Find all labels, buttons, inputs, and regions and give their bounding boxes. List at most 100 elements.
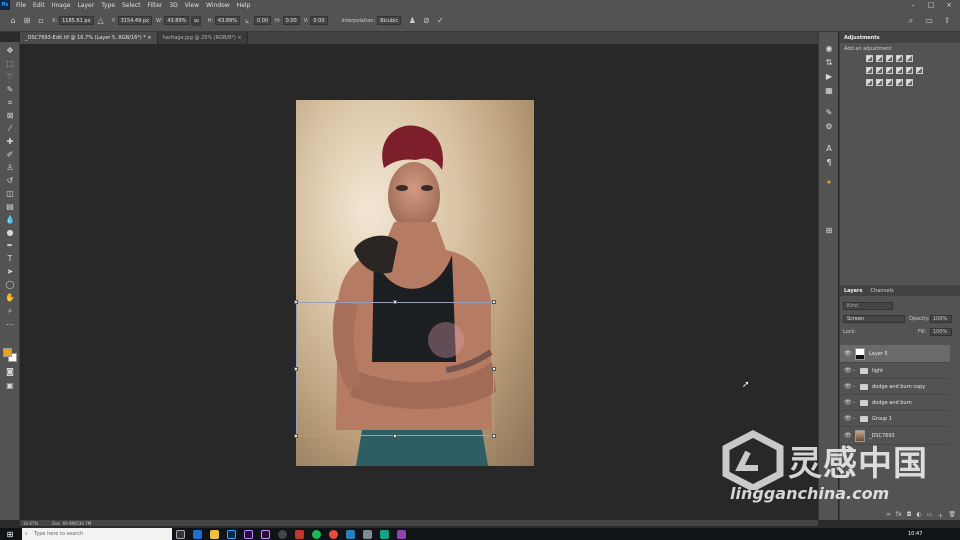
layer-filter-kind[interactable]: Kind <box>843 302 893 310</box>
quick-mask-icon[interactable]: ◙ <box>4 366 16 377</box>
menu-select[interactable]: Select <box>122 2 141 9</box>
opacity-field[interactable]: 100% <box>930 315 952 323</box>
layer-row-dodge-burn[interactable]: 👁 › dodge and burn <box>840 395 950 411</box>
close-tab-icon[interactable]: × <box>237 35 241 41</box>
chevron-right-icon[interactable]: › <box>853 368 858 374</box>
posterize-adjustment-icon[interactable] <box>876 79 883 86</box>
eraser-tool-icon[interactable]: ◫ <box>4 188 16 199</box>
close-icon[interactable]: × <box>942 0 956 10</box>
file-explorer-icon[interactable] <box>210 529 219 539</box>
app-gray-icon[interactable] <box>363 529 372 539</box>
task-view-icon[interactable] <box>176 529 185 539</box>
cancel-transform-icon[interactable]: ⊘ <box>421 16 431 26</box>
more-tools-icon[interactable]: ⋯ <box>4 319 16 330</box>
minimize-icon[interactable]: – <box>906 0 920 10</box>
eyedropper-tool-icon[interactable]: ⁄ <box>4 123 16 134</box>
layer-row-layer-5[interactable]: 👁 Layer 5 <box>840 345 950 363</box>
hand-tool-icon[interactable]: ✋ <box>4 292 16 303</box>
visibility-eye-icon[interactable]: 👁 <box>844 399 852 406</box>
workspace-icon[interactable]: ▭ <box>924 16 934 26</box>
selective-color-adjustment-icon[interactable] <box>906 79 913 86</box>
transform-tool-icon[interactable]: ⊞ <box>22 16 32 26</box>
app-purple-icon[interactable] <box>397 529 406 539</box>
swatches-panel-icon[interactable]: ▦ <box>824 86 834 96</box>
gradient-map-adjustment-icon[interactable] <box>896 79 903 86</box>
screen-mode-icon[interactable]: ▣ <box>4 380 16 391</box>
brush-tool-icon[interactable]: ✐ <box>4 149 16 160</box>
threshold-adjustment-icon[interactable] <box>886 79 893 86</box>
windows-start-icon[interactable]: ⊞ <box>0 530 20 539</box>
close-tab-icon[interactable]: × <box>147 35 151 41</box>
dodge-tool-icon[interactable]: ● <box>4 227 16 238</box>
spotify-icon[interactable] <box>312 529 321 539</box>
visibility-eye-icon[interactable]: 👁 <box>844 350 852 357</box>
new-layer-icon[interactable]: ＋ <box>937 511 943 520</box>
app-red-icon[interactable] <box>295 529 304 539</box>
menu-window[interactable]: Window <box>206 2 230 9</box>
clone-stamp-tool-icon[interactable]: ♙ <box>4 162 16 173</box>
frame-tool-icon[interactable]: ⊠ <box>4 110 16 121</box>
width-field[interactable]: 43.89% <box>164 16 190 25</box>
transform-handle[interactable] <box>294 434 298 438</box>
maximize-icon[interactable]: □ <box>924 0 938 10</box>
new-adjustment-icon[interactable]: ◐ <box>916 511 921 520</box>
layer-style-icon[interactable]: fx <box>896 511 902 520</box>
taskbar-search[interactable]: ⌕ Type here to search <box>22 528 172 540</box>
menu-file[interactable]: File <box>16 2 26 9</box>
transform-handle[interactable] <box>492 300 496 304</box>
hue-saturation-adjustment-icon[interactable] <box>866 67 873 74</box>
add-mask-icon[interactable]: ◘ <box>907 511 912 520</box>
transform-bounding-box[interactable] <box>296 302 494 436</box>
curves-adjustment-icon[interactable] <box>886 55 893 62</box>
menu-edit[interactable]: Edit <box>33 2 45 9</box>
gradient-tool-icon[interactable]: ▤ <box>4 201 16 212</box>
exposure-adjustment-icon[interactable] <box>896 55 903 62</box>
reference-point-icon[interactable]: ▫ <box>36 16 46 26</box>
fill-field[interactable]: 100% <box>930 328 952 336</box>
menu-3d[interactable]: 3D <box>169 2 177 9</box>
vskew-field[interactable]: 0.00 <box>310 16 328 25</box>
doc-tab-main[interactable]: _DSC7693-Edit.tif @ 16.7% (Layer 5, RGB/… <box>20 32 158 44</box>
menu-filter[interactable]: Filter <box>148 2 163 9</box>
type-tool-icon[interactable]: T <box>4 253 16 264</box>
y-field[interactable]: 3154.49 px <box>117 16 153 25</box>
transform-handle[interactable] <box>393 300 397 304</box>
move-tool-icon[interactable]: ✥ <box>4 45 16 56</box>
character-panel-icon[interactable]: A <box>824 144 834 154</box>
channels-tab[interactable]: Channels <box>871 288 894 294</box>
commit-transform-icon[interactable]: ✓ <box>435 16 445 26</box>
menu-view[interactable]: View <box>185 2 199 9</box>
color-balance-adjustment-icon[interactable] <box>876 67 883 74</box>
warp-icon[interactable]: ♟ <box>407 16 417 26</box>
shape-tool-icon[interactable]: ◯ <box>4 279 16 290</box>
blur-tool-icon[interactable]: 💧 <box>4 214 16 225</box>
history-brush-tool-icon[interactable]: ↺ <box>4 175 16 186</box>
hskew-field[interactable]: 0.00 <box>282 16 300 25</box>
menu-help[interactable]: Help <box>237 2 251 9</box>
visibility-eye-icon[interactable]: 👁 <box>844 367 852 374</box>
share-icon[interactable]: ⇪ <box>942 16 952 26</box>
visibility-eye-icon[interactable]: 👁 <box>844 415 852 422</box>
visibility-eye-icon[interactable]: 👁 <box>844 383 852 390</box>
chevron-right-icon[interactable]: › <box>853 384 858 390</box>
plugin-panel-icon[interactable]: ✦ <box>824 178 834 188</box>
new-group-icon[interactable]: ▭ <box>927 511 933 520</box>
layer-row-light[interactable]: 👁 › light <box>840 363 950 379</box>
invert-adjustment-icon[interactable] <box>866 79 873 86</box>
taskbar-clock[interactable]: 10:47 <box>908 528 922 540</box>
link-layers-icon[interactable]: ∞ <box>886 511 891 520</box>
menu-type[interactable]: Type <box>101 2 115 9</box>
angle-field[interactable]: 0.00 <box>253 16 272 25</box>
x-field[interactable]: 1185.61 px <box>59 16 94 25</box>
doc-tab-heritage[interactable]: haritage.jpg @ 25% (RGB/8*) × <box>157 32 248 44</box>
brush-settings-icon[interactable]: ⚙ <box>824 122 834 132</box>
actions-panel-icon[interactable]: ▶ <box>824 72 834 82</box>
interpolation-select[interactable]: Bicubic <box>377 16 402 25</box>
layer-row-group-1[interactable]: 👁 › Group 1 <box>840 411 950 427</box>
height-field[interactable]: 43.89% <box>214 16 240 25</box>
channel-mixer-adjustment-icon[interactable] <box>906 67 913 74</box>
history-panel-icon[interactable]: ⇅ <box>824 58 834 68</box>
path-select-tool-icon[interactable]: ➤ <box>4 266 16 277</box>
photoshop-taskbar-icon[interactable] <box>227 529 236 539</box>
chrome-icon[interactable] <box>329 529 338 539</box>
